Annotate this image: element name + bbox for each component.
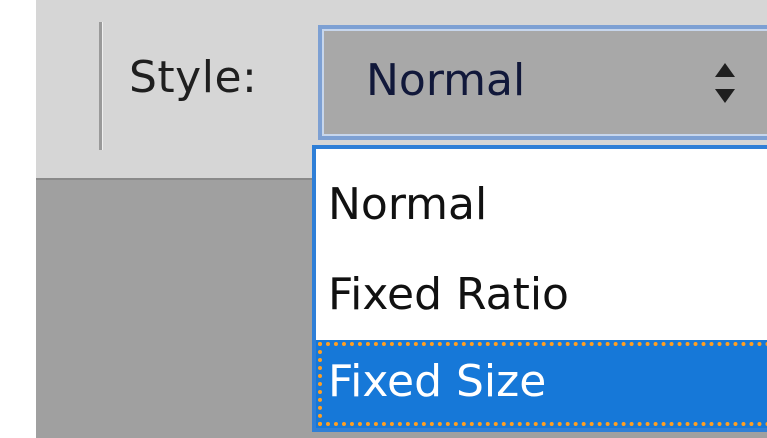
- option-normal[interactable]: Normal: [316, 163, 767, 246]
- option-fixed-ratio[interactable]: Fixed Ratio: [316, 253, 767, 336]
- updown-arrows-icon: [710, 55, 740, 111]
- option-fixed-size[interactable]: Fixed Size: [316, 340, 767, 428]
- style-select[interactable]: Normal: [318, 25, 767, 140]
- style-dropdown-list: Normal Fixed Ratio Fixed Size: [312, 145, 767, 432]
- style-select-value: Normal: [366, 55, 526, 106]
- style-label: Style:: [129, 52, 258, 103]
- app-window: Style: Normal Normal Fixed Ratio Fixed S…: [0, 0, 767, 438]
- toolbar-divider: [99, 22, 103, 150]
